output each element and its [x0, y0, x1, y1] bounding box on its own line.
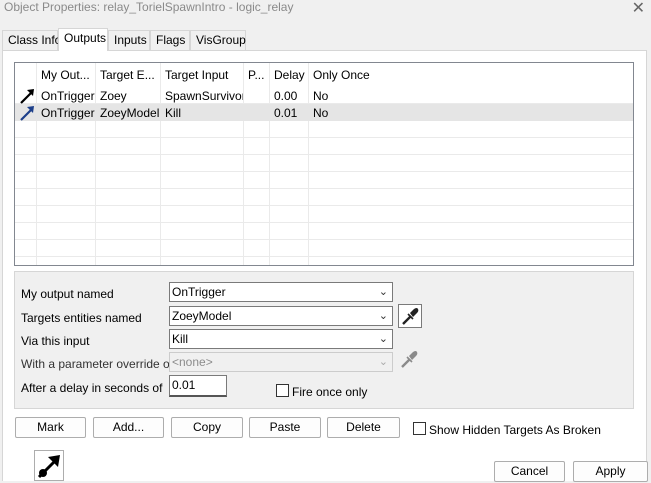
- cell-only-once: No: [313, 89, 329, 103]
- cell-target: Zoey: [100, 89, 127, 103]
- paste-button[interactable]: Paste: [249, 417, 321, 438]
- tab-visgroup[interactable]: VisGroup: [190, 30, 246, 50]
- cancel-button[interactable]: Cancel: [494, 461, 565, 482]
- parameter-combo[interactable]: <none> ⌄: [169, 352, 393, 372]
- outputs-list[interactable]: My Out... Target E... Target Input P... …: [14, 62, 634, 266]
- tab-flags[interactable]: Flags: [150, 30, 190, 50]
- table-row[interactable]: OnTrigger ZoeyModel Kill 0.01 No: [15, 104, 633, 121]
- col-header-only-once[interactable]: Only Once: [313, 68, 393, 82]
- apply-button[interactable]: Apply: [573, 461, 648, 482]
- copy-button[interactable]: Copy: [171, 417, 243, 438]
- col-header-target-input[interactable]: Target Input: [165, 68, 241, 82]
- col-header-delay[interactable]: Delay: [274, 68, 307, 82]
- delay-label: After a delay in seconds of: [21, 381, 163, 395]
- mark-button[interactable]: Mark: [15, 417, 86, 438]
- add-button[interactable]: Add...: [93, 417, 164, 438]
- delete-button[interactable]: Delete: [327, 417, 400, 438]
- parameter-value: <none>: [172, 355, 213, 369]
- eyedropper-icon: [401, 351, 418, 368]
- tab-outputs[interactable]: Outputs: [58, 28, 108, 51]
- window-title: Object Properties: relay_TorielSpawnIntr…: [4, 0, 294, 14]
- output-editor: My output named OnTrigger ⌄ Targets enti…: [14, 271, 634, 409]
- cell-input: SpawnSurvivor: [165, 89, 243, 103]
- tab-strip: Class Info Outputs Inputs Flags VisGroup: [0, 28, 651, 51]
- table-row[interactable]: OnTrigger Zoey SpawnSurvivor 0.00 No: [15, 87, 633, 104]
- parameter-label: With a parameter override of: [21, 357, 174, 371]
- show-hidden-label: Show Hidden Targets As Broken: [429, 423, 601, 437]
- delay-input[interactable]: 0.01: [169, 375, 227, 397]
- col-header-parameter[interactable]: P...: [248, 68, 268, 82]
- parameter-picker-button[interactable]: [398, 348, 422, 372]
- col-header-my-output[interactable]: My Out...: [41, 68, 93, 82]
- chevron-down-icon: ⌄: [378, 355, 388, 368]
- output-arrow-icon: [20, 106, 34, 121]
- output-name-value: OnTrigger: [172, 285, 226, 299]
- grid-header: My Out... Target E... Target Input P... …: [15, 63, 633, 87]
- close-icon[interactable]: ✕: [632, 0, 645, 17]
- cell-target: ZoeyModel: [100, 106, 160, 120]
- output-name-label: My output named: [21, 287, 114, 301]
- cell-delay: 0.01: [274, 106, 298, 120]
- input-label: Via this input: [21, 334, 90, 348]
- eyedropper-icon: [402, 308, 419, 325]
- fire-once-label: Fire once only: [292, 385, 368, 399]
- chevron-down-icon: ⌄: [378, 332, 388, 345]
- title-bar: Object Properties: relay_TorielSpawnIntr…: [0, 0, 651, 22]
- tab-class-info[interactable]: Class Info: [2, 30, 61, 50]
- col-header-target-entity[interactable]: Target E...: [100, 68, 158, 82]
- cell-input: Kill: [165, 106, 182, 120]
- target-entity-label: Targets entities named: [21, 311, 142, 325]
- chevron-down-icon: ⌄: [378, 285, 388, 298]
- target-entity-value: ZoeyModel: [172, 309, 232, 323]
- cell-output: OnTrigger: [41, 89, 95, 103]
- target-entity-combo[interactable]: ZoeyModel ⌄: [169, 306, 393, 326]
- show-hidden-checkbox[interactable]: [413, 422, 426, 435]
- input-combo[interactable]: Kill ⌄: [169, 329, 393, 349]
- target-picker-button[interactable]: [398, 304, 422, 328]
- entity-output-icon: [34, 450, 64, 481]
- output-name-combo[interactable]: OnTrigger ⌄: [169, 282, 393, 302]
- cell-delay: 0.00: [274, 89, 298, 103]
- chevron-down-icon: ⌄: [378, 309, 388, 322]
- fire-once-checkbox[interactable]: [276, 384, 289, 397]
- input-value: Kill: [172, 332, 189, 346]
- output-arrow-icon: [20, 89, 34, 104]
- tab-inputs[interactable]: Inputs: [108, 30, 150, 50]
- cell-output: OnTrigger: [41, 106, 95, 120]
- cell-only-once: No: [313, 106, 329, 120]
